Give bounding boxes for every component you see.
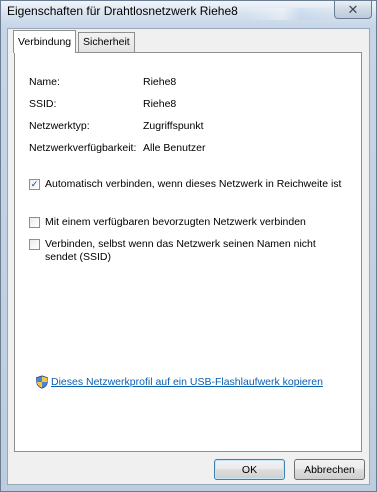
property-network-type-value: Zugriffspunkt: [143, 120, 204, 132]
tab-verbindung-label: Verbindung: [18, 36, 72, 48]
tab-sicherheit-label: Sicherheit: [83, 36, 130, 48]
cancel-button[interactable]: Abbrechen: [294, 459, 365, 480]
property-ssid-value: Riehe8: [143, 98, 177, 110]
window-title: Eigenschaften für Drahtlosnetzwerk Riehe…: [7, 4, 238, 18]
tab-verbindung[interactable]: Verbindung: [13, 30, 77, 53]
dialog-client-area: Verbindung Sicherheit Name: Riehe8 SSID:…: [7, 28, 370, 485]
checkbox-unchecked-icon[interactable]: [29, 217, 40, 228]
close-button[interactable]: ✕: [334, 1, 372, 19]
auto-connect-label[interactable]: Automatisch verbinden, wenn dieses Netzw…: [45, 178, 345, 191]
preferred-network-label[interactable]: Mit einem verfügbaren bevorzugten Netzwe…: [45, 216, 345, 229]
property-name-value: Riehe8: [143, 76, 177, 88]
property-network-type-label: Netzwerktyp:: [29, 120, 90, 132]
close-icon: ✕: [347, 1, 359, 17]
properties-dialog: Eigenschaften für Drahtlosnetzwerk Riehe…: [0, 0, 377, 492]
checkbox-checked-icon[interactable]: ✓: [29, 179, 40, 190]
hidden-ssid-label[interactable]: Verbinden, selbst wenn das Netzwerk sein…: [45, 238, 345, 263]
tab-panel-verbindung: Name: Riehe8 SSID: Riehe8 Netzwerktyp: Z…: [14, 52, 362, 452]
copy-profile-link[interactable]: Dieses Netzwerkprofil auf ein USB-Flashl…: [51, 376, 323, 388]
uac-shield-icon: [36, 375, 48, 389]
checkbox-unchecked-icon[interactable]: [29, 239, 40, 250]
auto-connect-checkbox[interactable]: ✓ Automatisch verbinden, wenn dieses Net…: [29, 178, 345, 191]
property-availability-value: Alle Benutzer: [143, 142, 206, 154]
copy-profile-link-row[interactable]: Dieses Netzwerkprofil auf ein USB-Flashl…: [35, 375, 323, 389]
ok-button[interactable]: OK: [214, 459, 285, 480]
hidden-ssid-checkbox[interactable]: Verbinden, selbst wenn das Netzwerk sein…: [29, 238, 345, 263]
title-bar-glass-reflection: [246, 8, 336, 20]
property-availability-label: Netzwerkverfügbarkeit:: [29, 142, 137, 154]
title-bar[interactable]: Eigenschaften für Drahtlosnetzwerk Riehe…: [1, 1, 376, 27]
property-name-label: Name:: [29, 76, 60, 88]
property-ssid-label: SSID:: [29, 98, 57, 110]
preferred-network-checkbox[interactable]: Mit einem verfügbaren bevorzugten Netzwe…: [29, 216, 345, 229]
tab-sicherheit[interactable]: Sicherheit: [78, 32, 135, 52]
